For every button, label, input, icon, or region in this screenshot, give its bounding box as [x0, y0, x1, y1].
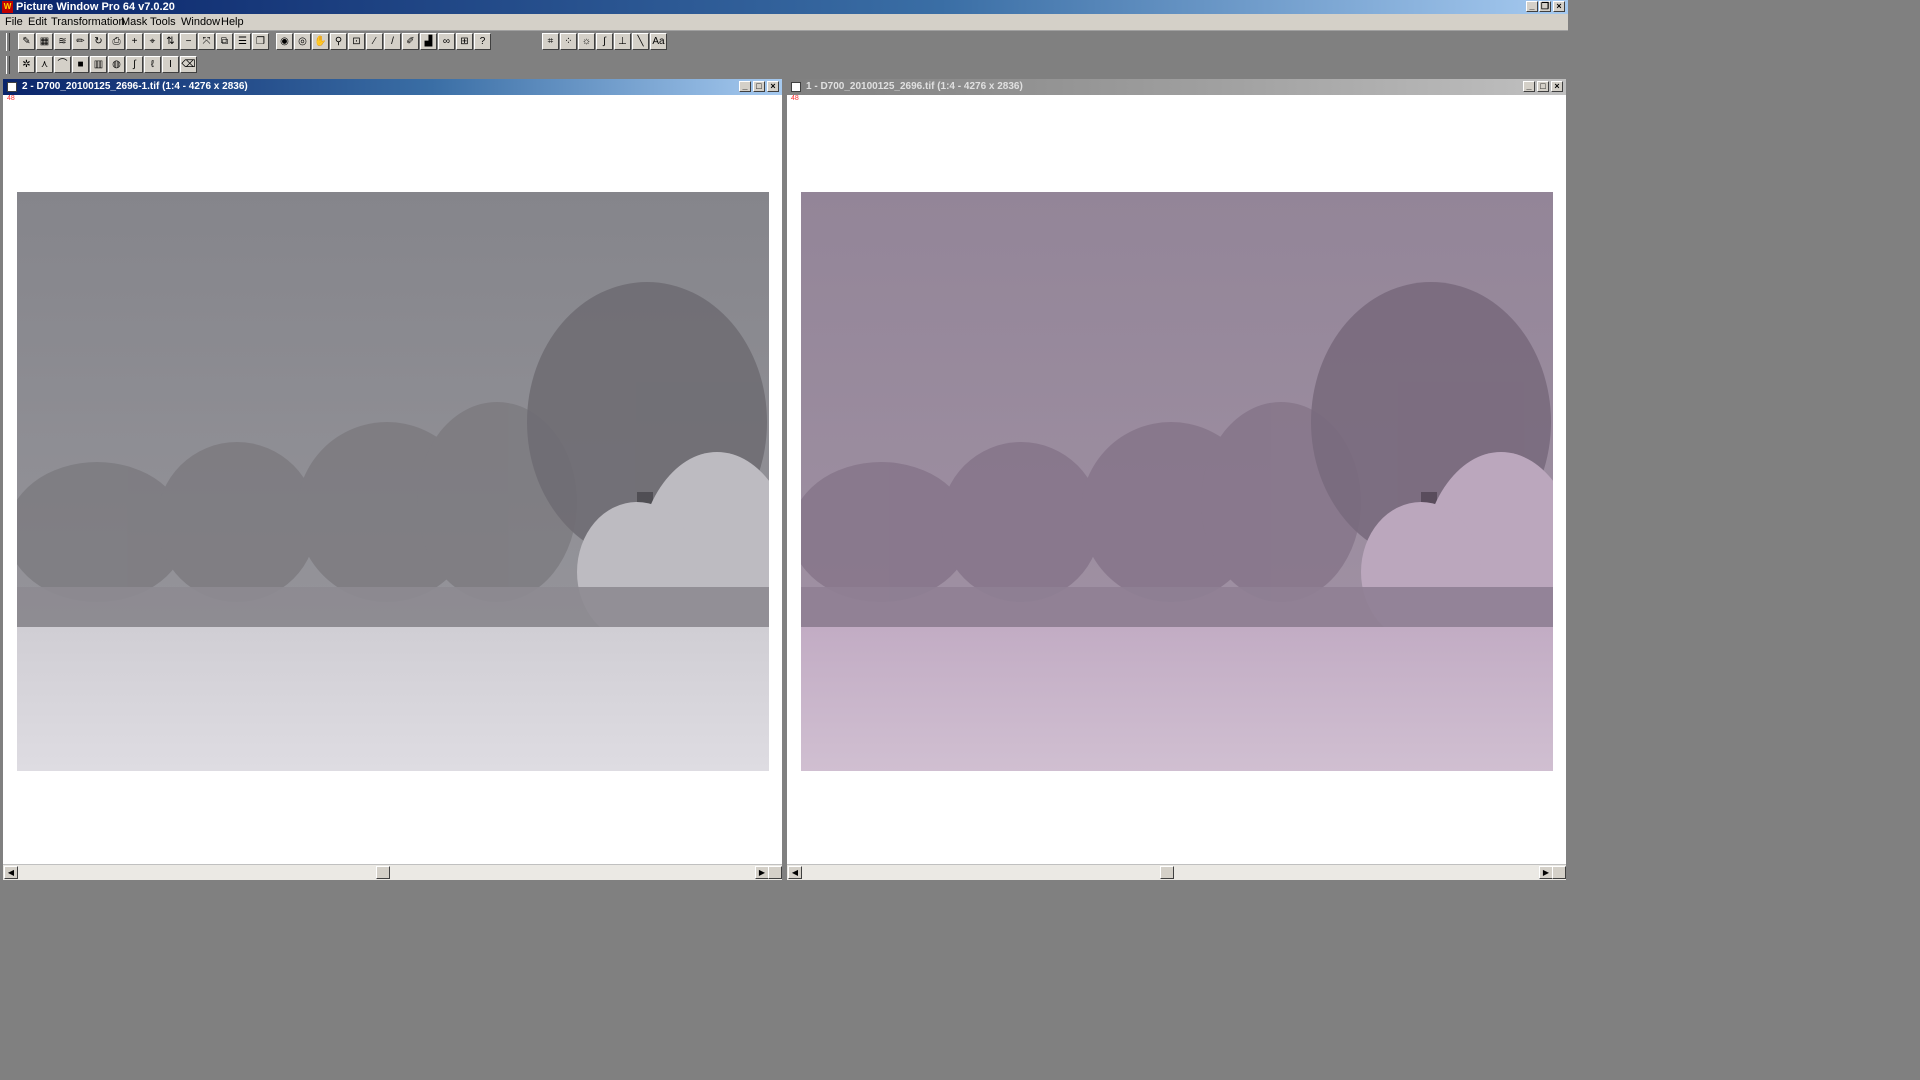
black-fill-icon[interactable]: ■	[72, 56, 89, 73]
document-icon[interactable]	[791, 82, 801, 92]
scroll-right-icon[interactable]: ▶	[755, 866, 769, 879]
maximize-icon[interactable]: □	[753, 81, 765, 92]
menu-transformation[interactable]: Transformation	[51, 16, 125, 28]
minus-icon[interactable]: −	[180, 33, 197, 50]
close-icon[interactable]: ×	[767, 81, 779, 92]
rotate-icon[interactable]: ↻	[90, 33, 107, 50]
text-cursor-icon[interactable]: I	[162, 56, 179, 73]
toolbar-grip[interactable]	[6, 56, 10, 74]
camera-icon[interactable]: ◉	[276, 33, 293, 50]
menu-edit[interactable]: Edit	[28, 16, 47, 28]
sparkle-icon[interactable]: ✲	[18, 56, 35, 73]
document-title-bar[interactable]: 2 - D700_20100125_2696-1.tif (1:4 - 4276…	[3, 79, 782, 95]
grid-icon[interactable]: ▦	[36, 33, 53, 50]
menu-tools[interactable]: Tools	[150, 16, 176, 28]
histogram-icon[interactable]: ▟	[420, 33, 437, 50]
clone-icon[interactable]: ⊡	[348, 33, 365, 50]
compose-icon[interactable]: ⧉	[216, 33, 233, 50]
document-icon[interactable]	[7, 82, 17, 92]
pencil-icon[interactable]: ✏	[72, 33, 89, 50]
scroll-thumb[interactable]	[376, 866, 390, 879]
expand-icon[interactable]: ⤧	[198, 33, 215, 50]
dropper-icon[interactable]: ℓ	[144, 56, 161, 73]
minimize-icon[interactable]: _	[1526, 1, 1538, 12]
maximize-icon[interactable]: □	[1537, 81, 1549, 92]
target-icon[interactable]: ⌖	[144, 33, 161, 50]
align-icon[interactable]: ⇅	[162, 33, 179, 50]
restore-icon[interactable]: ❐	[1539, 1, 1551, 12]
brightness-icon[interactable]: ☼	[578, 33, 595, 50]
menu-bar: File Edit Transformation Mask Tools Wind…	[0, 14, 1568, 31]
horizontal-scrollbar[interactable]: ◀ ▶	[3, 864, 782, 880]
toolbar-area: ✎ ▦ ≋ ✏ ↻ ⎙ + ⌖ ⇅ − ⤧ ⧉ ☰ ❐ ◉ ◎ ✋ ⚲ ⊡ ⁄ / ✐ ▟ ∞ ⊞? ⌗ ⁘ ☼ ∫ ⊥ ╲ Aa ✲ ⋏ ⌒…	[0, 31, 1568, 77]
crop-icon[interactable]: ⌗	[542, 33, 559, 50]
help-icon[interactable]: ?	[474, 33, 491, 50]
text-icon[interactable]: Aa	[650, 33, 667, 50]
document-title: 2 - D700_20100125_2696-1.tif (1:4 - 4276…	[22, 81, 248, 92]
paint-brush-icon[interactable]: ✐	[402, 33, 419, 50]
curves-icon[interactable]: ∫	[126, 56, 143, 73]
document-window-2[interactable]: 2 - D700_20100125_2696-1.tif (1:4 - 4276…	[2, 78, 783, 881]
list-icon[interactable]: ☰	[234, 33, 251, 50]
size-grip[interactable]	[1552, 866, 1566, 879]
wave-icon[interactable]: ≋	[54, 33, 71, 50]
scroll-thumb[interactable]	[1160, 866, 1174, 879]
hand-icon[interactable]: ✋	[312, 33, 329, 50]
plus-icon[interactable]: +	[126, 33, 143, 50]
document-window-1[interactable]: 1 - D700_20100125_2696.tif (1:4 - 4276 x…	[786, 78, 1567, 881]
document-title: 1 - D700_20100125_2696.tif (1:4 - 4276 x…	[806, 81, 1023, 92]
stamp-icon[interactable]: ⊞	[456, 33, 473, 50]
toolbar-grip[interactable]	[6, 33, 10, 51]
menu-mask[interactable]: Mask	[121, 16, 147, 28]
scroll-left-icon[interactable]: ◀	[4, 866, 18, 879]
brush-icon[interactable]: ✎	[18, 33, 35, 50]
close-icon[interactable]: ×	[1553, 1, 1565, 12]
corner-indicator: 48	[791, 95, 799, 102]
photo-canvas[interactable]	[17, 192, 769, 771]
snow-field	[17, 627, 769, 771]
app-title-bar: W Picture Window Pro 64 v7.0.20 _ ❐ ×	[0, 0, 1568, 14]
line-brush-icon[interactable]: /	[384, 33, 401, 50]
snow-field	[801, 627, 1553, 771]
sharpen-icon[interactable]: ⋏	[36, 56, 53, 73]
circle-icon[interactable]: ◎	[294, 33, 311, 50]
menu-help[interactable]: Help	[221, 16, 244, 28]
level-icon[interactable]: ⊥	[614, 33, 631, 50]
copy-icon[interactable]: ❐	[252, 33, 269, 50]
feather-icon[interactable]: ⁄	[366, 33, 383, 50]
minimize-icon[interactable]: _	[1523, 81, 1535, 92]
scroll-right-icon[interactable]: ▶	[1539, 866, 1553, 879]
close-icon[interactable]: ×	[1551, 81, 1563, 92]
scroll-left-icon[interactable]: ◀	[788, 866, 802, 879]
zoom-icon[interactable]: ⚲	[330, 33, 347, 50]
curve-icon[interactable]: ∫	[596, 33, 613, 50]
size-grip[interactable]	[768, 866, 782, 879]
vignette-icon[interactable]: ◍	[108, 56, 125, 73]
app-title: Picture Window Pro 64 v7.0.20	[16, 1, 175, 13]
eraser-icon[interactable]: ⌫	[180, 56, 197, 73]
corner-indicator: 48	[7, 95, 15, 102]
minimize-icon[interactable]: _	[739, 81, 751, 92]
select-points-icon[interactable]: ⁘	[560, 33, 577, 50]
print-icon[interactable]: ⎙	[108, 33, 125, 50]
app-logo-icon[interactable]: W	[2, 1, 13, 13]
document-title-bar[interactable]: 1 - D700_20100125_2696.tif (1:4 - 4276 x…	[787, 79, 1566, 95]
diagonal-line-icon[interactable]: ╲	[632, 33, 649, 50]
soften-icon[interactable]: ⌒	[54, 56, 71, 73]
photo-canvas[interactable]	[801, 192, 1553, 771]
horizontal-scrollbar[interactable]: ◀ ▶	[787, 864, 1566, 880]
menu-window[interactable]: Window	[181, 16, 220, 28]
lasso-icon[interactable]: ∞	[438, 33, 455, 50]
gradient-icon[interactable]: ▥	[90, 56, 107, 73]
menu-file[interactable]: File	[5, 16, 23, 28]
